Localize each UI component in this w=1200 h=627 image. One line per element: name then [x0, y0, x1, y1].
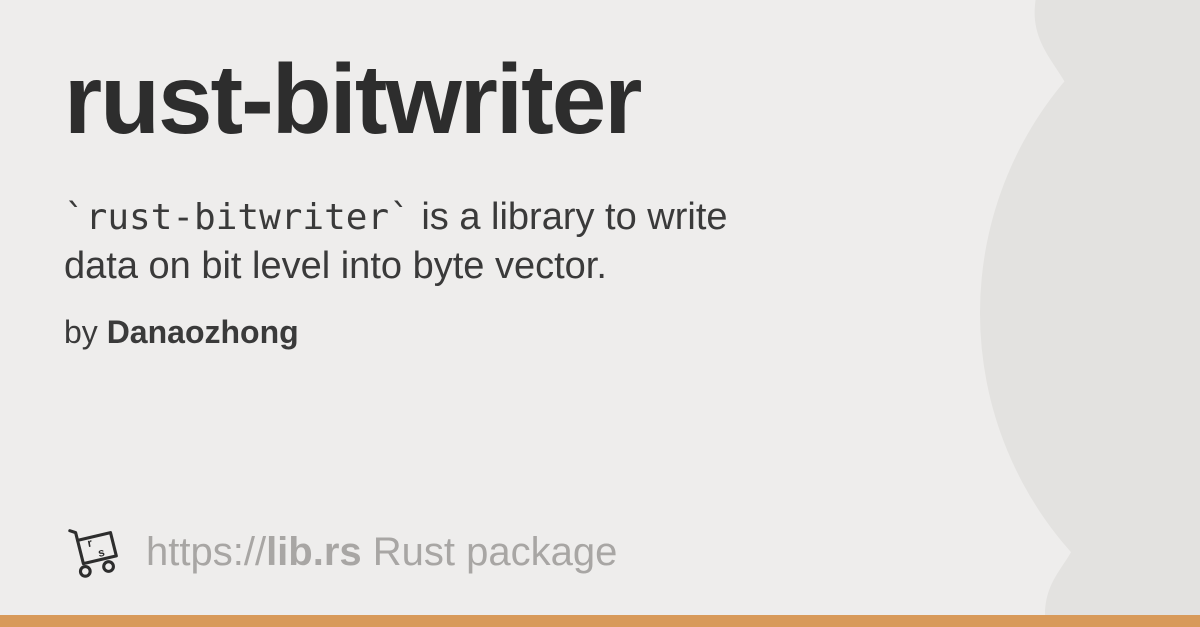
description-code: `rust-bitwriter`: [64, 197, 411, 238]
footer: r s https://lib.rs Rust package: [64, 521, 617, 583]
librs-logo-icon: r s: [64, 521, 126, 583]
byline: by Danaozhong: [64, 314, 1130, 351]
package-description: `rust-bitwriter` is a library to write d…: [64, 193, 744, 292]
footer-text: https://lib.rs Rust package: [146, 530, 617, 575]
package-title: rust-bitwriter: [64, 48, 1130, 151]
footer-suffix: Rust package: [362, 530, 618, 574]
card-content: rust-bitwriter `rust-bitwriter` is a lib…: [0, 0, 1200, 627]
footer-url-prefix: https://: [146, 530, 266, 574]
footer-url-domain: lib.rs: [266, 530, 362, 574]
byline-prefix: by: [64, 314, 107, 350]
author-name: Danaozhong: [107, 314, 299, 350]
